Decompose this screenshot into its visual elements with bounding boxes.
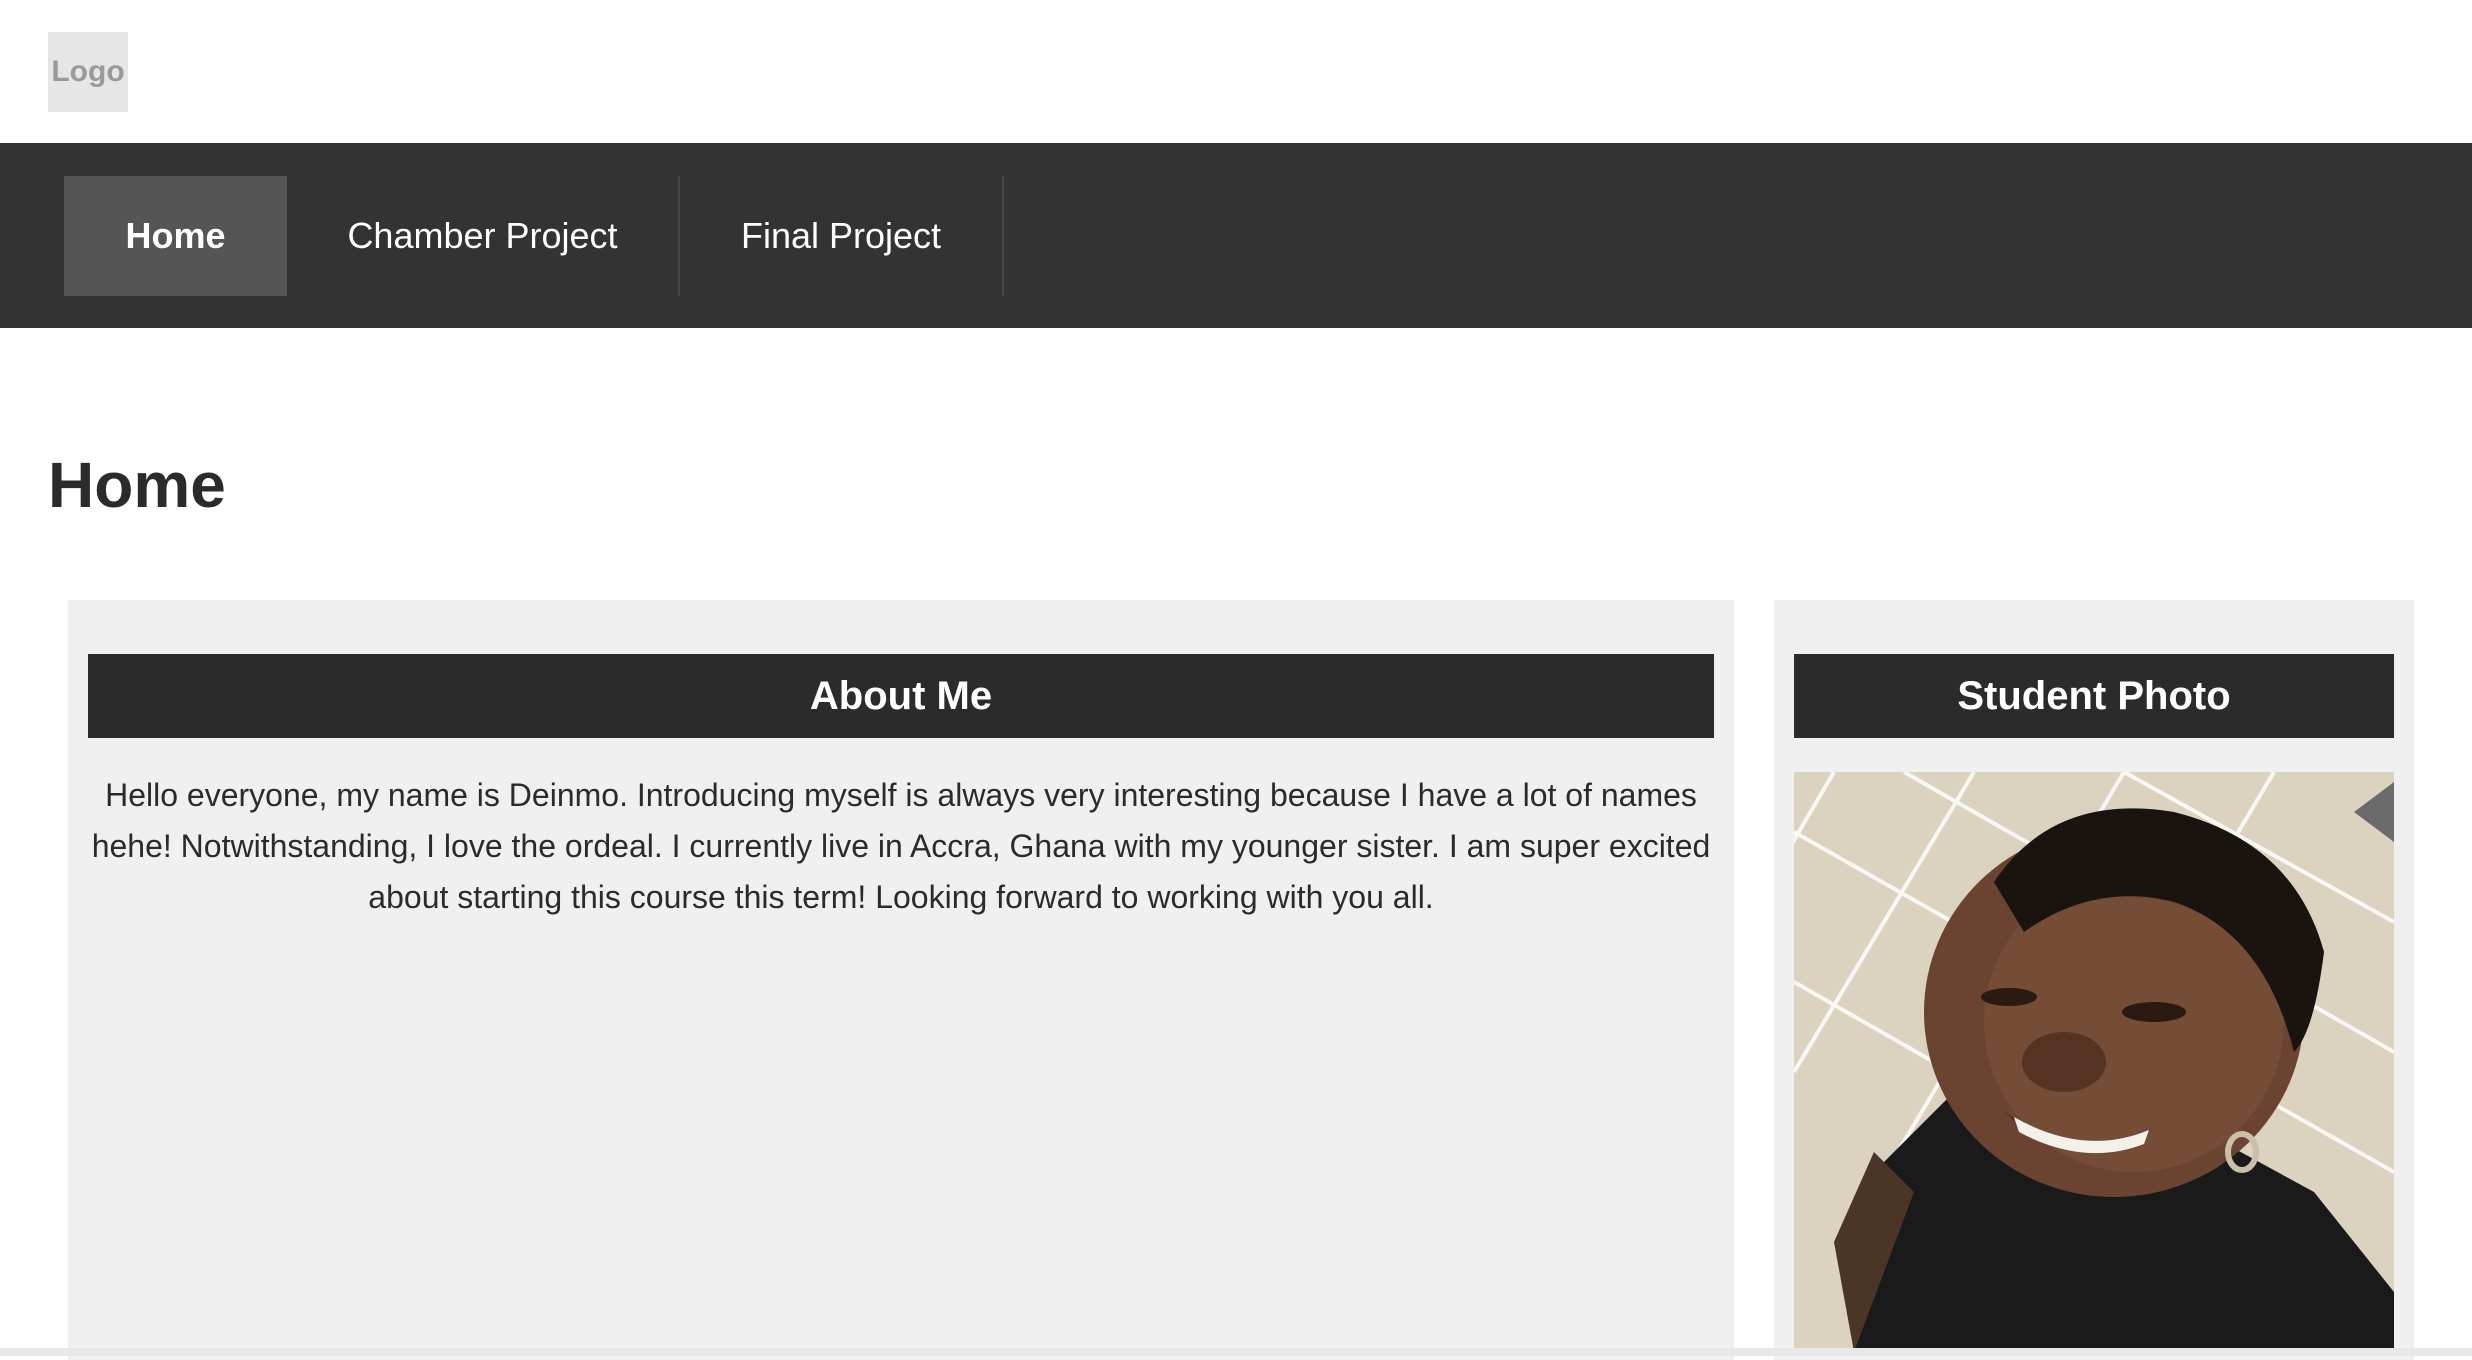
main-nav: Home Chamber Project Final Project: [0, 143, 2472, 328]
site-header: Logo: [0, 0, 2472, 143]
page-bottom-edge: [0, 1348, 2472, 1356]
student-photo-image: [1794, 772, 2394, 1352]
about-me-card: About Me Hello everyone, my name is Dein…: [68, 600, 1734, 1360]
about-me-text: Hello everyone, my name is Deinmo. Intro…: [91, 777, 1711, 915]
about-me-heading: About Me: [88, 654, 1714, 738]
logo[interactable]: Logo: [48, 32, 128, 112]
student-photo-heading: Student Photo: [1794, 654, 2394, 738]
student-photo-card: Student Photo: [1774, 600, 2414, 1360]
nav-item-home[interactable]: Home: [64, 176, 287, 296]
nav-divider: [1002, 176, 1004, 296]
student-photo: [1794, 772, 2394, 1352]
nav-item-final-project[interactable]: Final Project: [680, 176, 1002, 296]
page-title: Home: [48, 449, 226, 521]
nav-item-chamber-project[interactable]: Chamber Project: [287, 176, 678, 296]
